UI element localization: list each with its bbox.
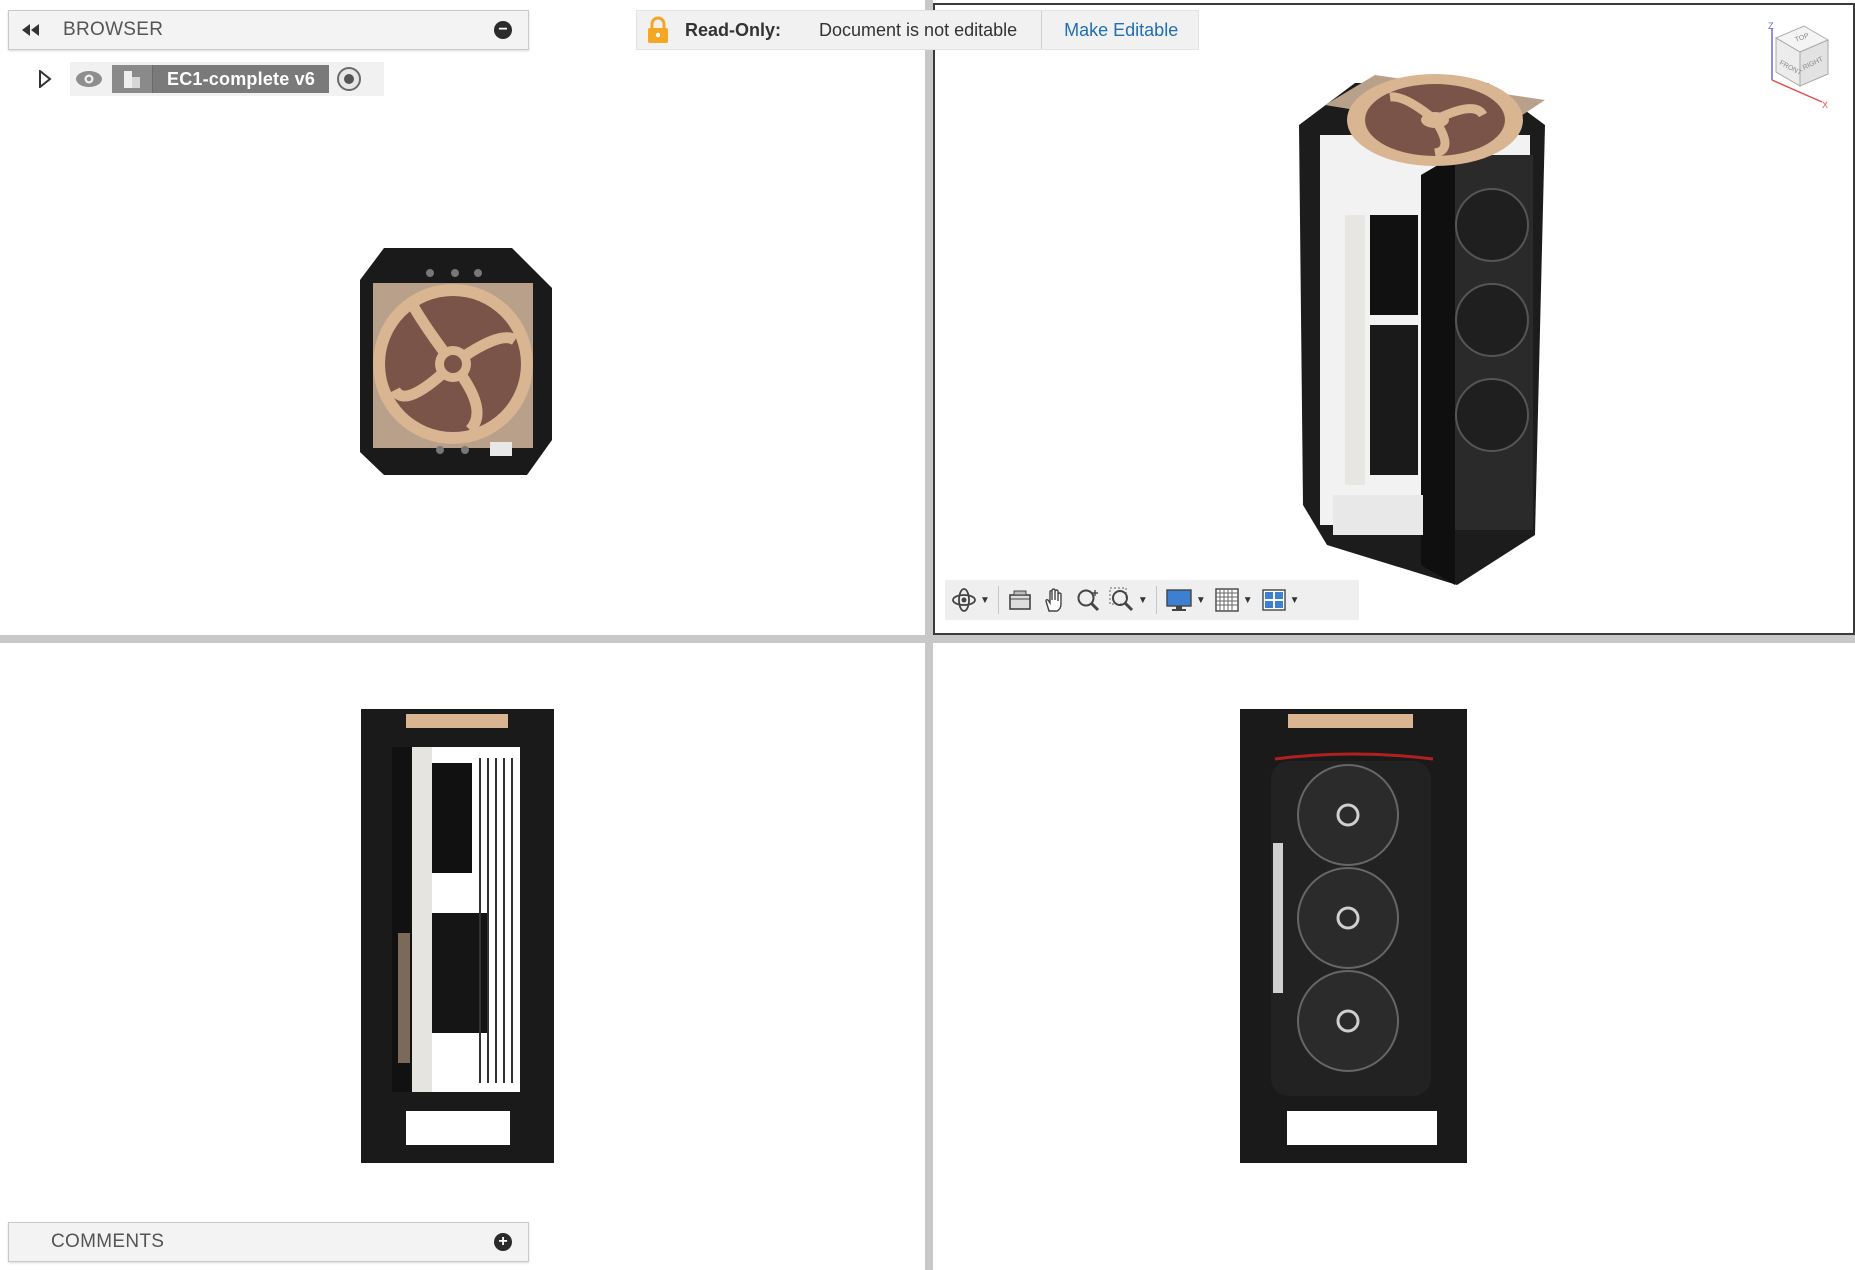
readonly-label: Read-Only: <box>685 19 782 40</box>
activate-component-radio[interactable] <box>337 67 362 91</box>
readonly-message: Document is not editable <box>819 19 1018 40</box>
viewcube-z-label: Z <box>1768 21 1774 31</box>
zoom-window-tool[interactable]: ▼ <box>1109 583 1148 617</box>
viewport-front[interactable] <box>0 643 925 1270</box>
grid-icon <box>1215 588 1239 612</box>
viewports-icon <box>1261 589 1286 611</box>
orbit-tool[interactable]: ▼ <box>951 583 990 617</box>
pan-tool[interactable] <box>1041 583 1067 617</box>
model-right-view <box>1240 709 1467 1163</box>
minimize-browser-icon[interactable]: − <box>494 21 512 39</box>
comments-panel-header[interactable]: COMMENTS + <box>8 1222 529 1262</box>
zoom-icon <box>1077 589 1099 612</box>
view-cube[interactable]: Z X TOP FRONT RIGHT <box>1760 20 1840 110</box>
viewport-perspective[interactable] <box>933 3 1855 635</box>
visibility-eye-icon[interactable] <box>74 67 104 91</box>
zoom-window-icon <box>1109 587 1133 612</box>
grid-tool[interactable]: ▼ <box>1214 583 1253 617</box>
document-name: EC1-complete v6 <box>167 68 316 89</box>
display-settings-icon <box>1166 589 1192 611</box>
add-comment-icon[interactable]: + <box>494 1233 512 1251</box>
tree-expand-icon[interactable] <box>38 68 52 90</box>
viewports-tool[interactable]: ▼ <box>1261 583 1300 617</box>
zoom-tool[interactable] <box>1075 583 1101 617</box>
collapse-panel-icon[interactable] <box>19 18 43 42</box>
component-icon <box>112 65 153 93</box>
navigation-toolbar: ▼ ▼ ▼ ▼ ▼ <box>945 580 1359 620</box>
lock-icon <box>643 15 673 45</box>
pan-icon <box>1045 588 1062 612</box>
model-perspective-view <box>1299 74 1545 585</box>
browser-title: BROWSER <box>63 19 164 40</box>
display-settings-tool[interactable]: ▼ <box>1165 583 1206 617</box>
look-at-tool[interactable] <box>1007 583 1033 617</box>
viewport-right[interactable] <box>933 643 1855 1270</box>
look-at-icon <box>1009 590 1031 610</box>
browser-panel-header[interactable]: BROWSER − <box>8 10 529 50</box>
orbit-icon <box>952 588 976 612</box>
comments-title: COMMENTS <box>51 1231 165 1252</box>
viewport-divider-horizontal[interactable] <box>0 635 1855 643</box>
browser-root-node[interactable]: EC1-complete v6 <box>70 62 384 96</box>
document-chip[interactable]: EC1-complete v6 <box>112 65 330 93</box>
readonly-banner: Read-Only: Document is not editable Make… <box>636 10 1200 50</box>
make-editable-button[interactable]: Make Editable <box>1042 20 1198 41</box>
model-front-view <box>361 709 554 1163</box>
viewcube-x-label: X <box>1822 100 1828 110</box>
